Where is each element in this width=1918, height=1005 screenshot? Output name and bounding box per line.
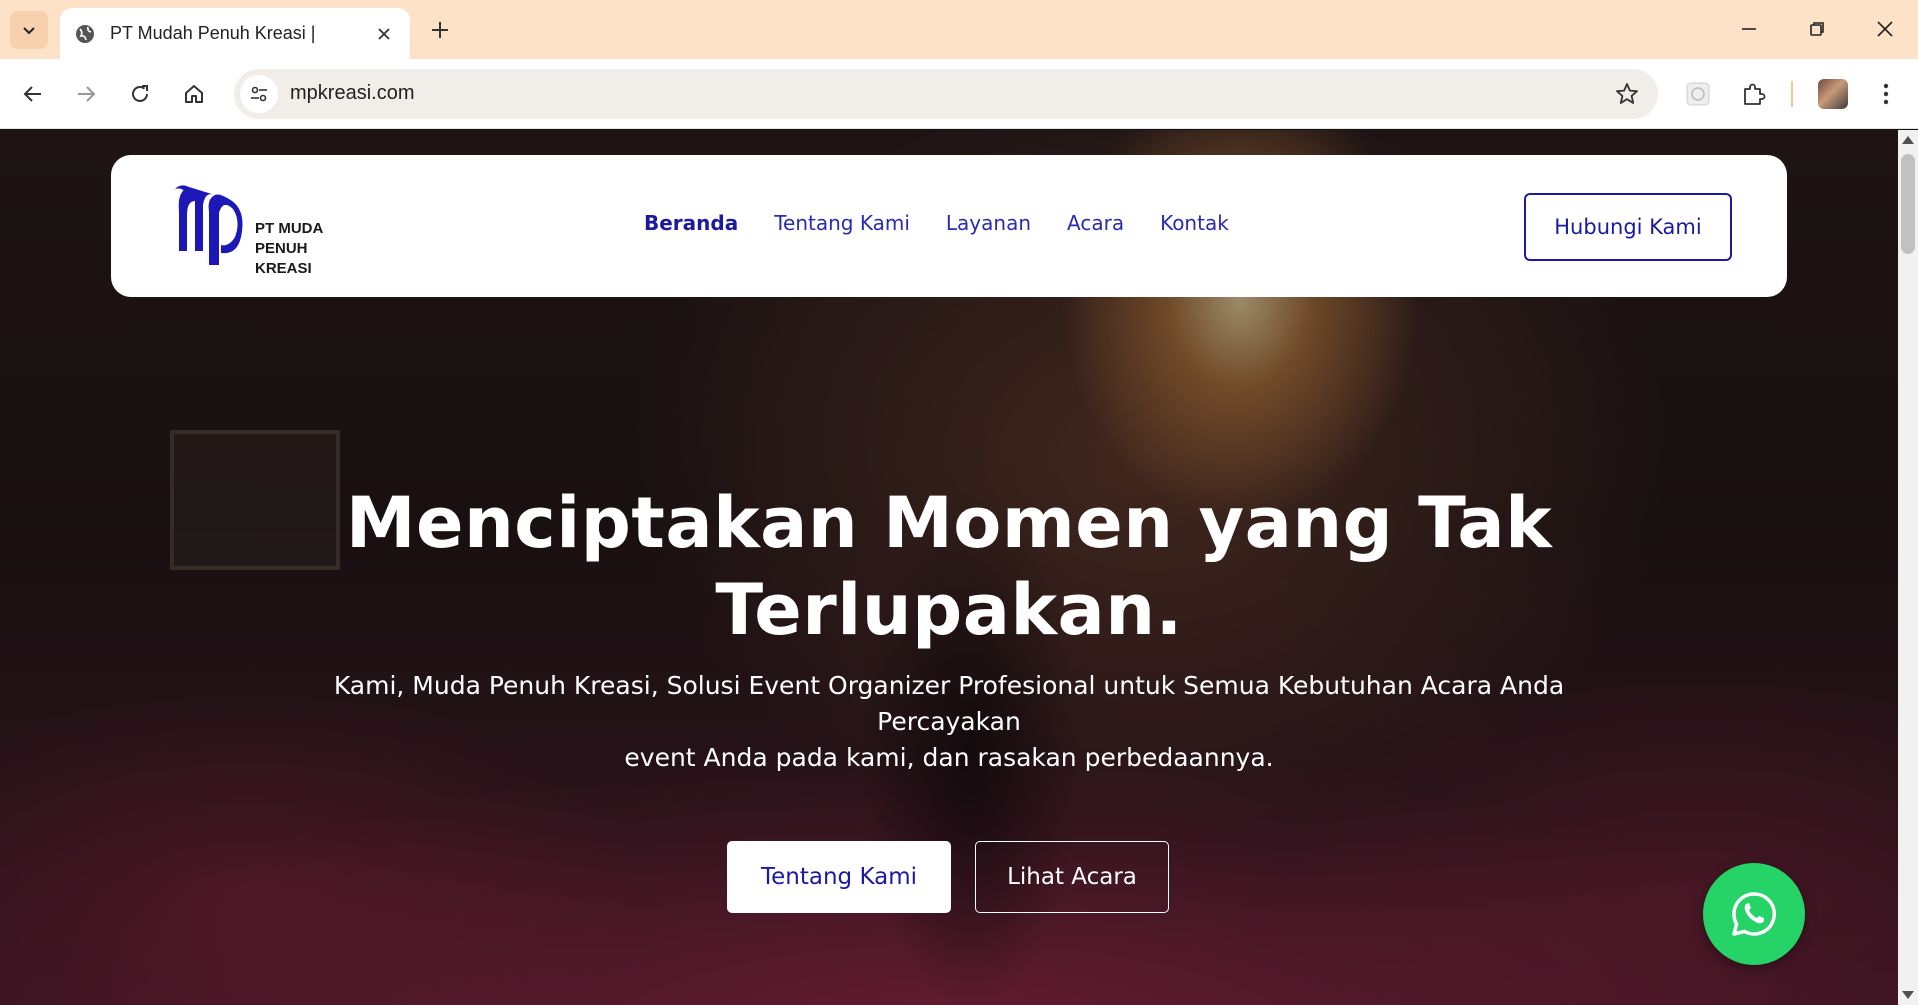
home-icon: [185, 85, 203, 103]
restore-icon: [1810, 22, 1824, 36]
nav-link-kontak[interactable]: Kontak: [1160, 211, 1229, 235]
site-navbar: PT MUDA PENUH KREASI Beranda Tentang Kam…: [111, 155, 1787, 297]
star-icon[interactable]: [1614, 81, 1640, 107]
nav-link-beranda[interactable]: Beranda: [644, 211, 738, 235]
reload-button[interactable]: [120, 74, 160, 114]
tune-icon: [251, 86, 267, 102]
address-bar[interactable]: mpkreasi.com: [234, 69, 1658, 119]
lihat-acara-button[interactable]: Lihat Acara: [975, 841, 1169, 913]
main-navigation: Beranda Tentang Kami Layanan Acara Konta…: [644, 211, 1229, 235]
logo-line: PT MUDA: [255, 220, 324, 237]
chevron-down-icon: [23, 27, 35, 35]
site-info-button[interactable]: [240, 75, 278, 113]
close-icon: [1877, 21, 1893, 37]
logo-line: KREASI: [255, 260, 312, 277]
extensions-menu-button[interactable]: [1735, 76, 1771, 112]
browser-toolbar: mpkreasi.com: [0, 59, 1918, 129]
extension-icon: [1686, 82, 1710, 106]
reload-icon: [132, 85, 148, 102]
toolbar-separator: [1791, 81, 1793, 107]
hero-subtitle: Kami, Muda Penuh Kreasi, Solusi Event Or…: [270, 668, 1628, 776]
back-arrow-icon: [23, 86, 41, 102]
page-scrollbar[interactable]: [1898, 130, 1918, 1005]
puzzle-icon: [1744, 83, 1766, 105]
extension-button[interactable]: [1680, 76, 1716, 112]
hero-subtitle-line: Kami, Muda Penuh Kreasi, Solusi Event Or…: [333, 671, 1565, 736]
logo-line: PENUH: [255, 240, 308, 257]
url-text[interactable]: mpkreasi.com: [290, 82, 414, 105]
hero-title: Menciptakan Momen yang Tak Terlupakan.: [300, 480, 1598, 654]
browser-tab[interactable]: PT Mudah Penuh Kreasi |: [60, 8, 410, 59]
whatsapp-button[interactable]: [1703, 863, 1805, 965]
hero-title-line: Menciptakan Momen yang Tak: [345, 482, 1553, 564]
browser-tabbar: PT Mudah Penuh Kreasi |: [0, 0, 1918, 59]
hubungi-kami-button[interactable]: Hubungi Kami: [1524, 193, 1732, 261]
logo-mark-icon: [175, 185, 243, 265]
tab-title: PT Mudah Penuh Kreasi |: [110, 23, 316, 43]
scroll-thumb[interactable]: [1901, 154, 1915, 254]
avatar[interactable]: [1818, 79, 1848, 109]
company-logo[interactable]: PT MUDA PENUH KREASI: [171, 181, 341, 277]
tab-close-button[interactable]: [372, 22, 396, 46]
nav-link-layanan[interactable]: Layanan: [946, 211, 1031, 235]
plus-icon: [432, 22, 448, 38]
back-button[interactable]: [13, 74, 53, 114]
new-tab-button[interactable]: [424, 14, 456, 46]
browser-menu-button[interactable]: [1868, 76, 1904, 112]
nav-link-tentang-kami[interactable]: Tentang Kami: [774, 211, 910, 235]
nav-link-acara[interactable]: Acara: [1067, 211, 1124, 235]
minimize-button[interactable]: [1724, 12, 1774, 46]
scroll-up-arrow[interactable]: [1902, 136, 1914, 144]
close-window-button[interactable]: [1860, 12, 1910, 46]
hero-title-line: Terlupakan.: [715, 569, 1183, 651]
forward-button[interactable]: [66, 74, 106, 114]
whatsapp-icon: [1732, 892, 1776, 936]
tab-list-button[interactable]: [10, 11, 48, 49]
hero-subtitle-line: event Anda pada kami, dan rasakan perbed…: [624, 743, 1274, 772]
home-button[interactable]: [174, 74, 214, 114]
globe-icon: [76, 24, 94, 43]
minimize-icon: [1742, 28, 1756, 30]
forward-arrow-icon: [78, 86, 96, 102]
tentang-kami-button[interactable]: Tentang Kami: [727, 841, 951, 913]
restore-button[interactable]: [1792, 12, 1842, 46]
close-icon: [378, 27, 390, 40]
hero-section: PT MUDA PENUH KREASI Beranda Tentang Kam…: [0, 130, 1898, 1005]
kebab-menu-icon: [1883, 83, 1889, 105]
scroll-down-arrow[interactable]: [1902, 991, 1914, 999]
logo-text: PT MUDA PENUH KREASI: [255, 219, 323, 279]
